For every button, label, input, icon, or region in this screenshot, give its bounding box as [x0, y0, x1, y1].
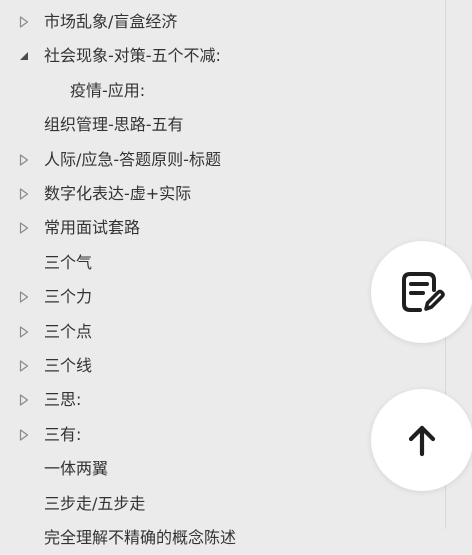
collapsed-triangle-icon[interactable] — [16, 280, 32, 314]
outline-item[interactable]: 三步走/五步走 — [0, 487, 472, 521]
outline-item-label: 人际/应急-答题原则-标题 — [44, 149, 221, 169]
outline-item-label: 三步走/五步走 — [44, 493, 146, 513]
expanded-triangle-icon[interactable] — [16, 39, 32, 73]
outline-item-label: 完全理解不精确的概念陈述 — [44, 528, 237, 547]
collapsed-triangle-icon[interactable] — [16, 177, 32, 211]
collapsed-triangle-icon[interactable] — [16, 383, 32, 417]
outline-item-label: 常用面试套路 — [44, 218, 141, 238]
outline-item[interactable]: 疫情-应用: — [0, 74, 472, 108]
outline-item-label: 数字化表达-虚+实际 — [44, 184, 192, 203]
edit-note-icon — [402, 272, 445, 312]
outline-item-label: 市场乱象/盲盒经济 — [44, 12, 178, 31]
collapsed-triangle-icon[interactable] — [16, 5, 32, 39]
outline-item-label: 三个点 — [44, 321, 93, 341]
outline-item-label: 三思: — [44, 390, 82, 410]
outline-item-label: 三个线 — [44, 356, 93, 375]
collapsed-triangle-icon[interactable] — [16, 211, 32, 245]
collapsed-triangle-icon[interactable] — [16, 349, 32, 383]
outline-item-label: 三个气 — [44, 252, 93, 272]
outline-item[interactable]: 组织管理-思路-五有 — [0, 108, 472, 142]
outline-item[interactable]: 完全理解不精确的概念陈述 — [0, 521, 472, 555]
outline-item[interactable]: 人际/应急-答题原则-标题 — [0, 143, 472, 177]
outline-item[interactable]: 常用面试套路 — [0, 211, 472, 245]
arrow-up-icon — [408, 425, 436, 457]
outline-item-label: 一体两翼 — [44, 459, 109, 479]
outline-item-label: 疫情-应用: — [70, 80, 146, 100]
collapsed-triangle-icon[interactable] — [16, 418, 32, 452]
edit-note-button[interactable] — [371, 241, 472, 343]
outline-item[interactable]: 市场乱象/盲盒经济 — [0, 5, 472, 39]
outline-item[interactable]: 数字化表达-虚+实际 — [0, 177, 472, 211]
collapsed-triangle-icon[interactable] — [16, 143, 32, 177]
collapsed-triangle-icon[interactable] — [16, 315, 32, 349]
outline-item-label: 三有: — [44, 424, 82, 444]
outline-item-label: 组织管理-思路-五有 — [44, 115, 184, 135]
outline-item-label: 社会现象-对策-五个不减: — [44, 46, 221, 66]
outline-item-label: 三个力 — [44, 287, 93, 307]
back-to-top-button[interactable] — [371, 389, 472, 491]
outline-item[interactable]: 三个线 — [0, 349, 472, 383]
outline-item[interactable]: 社会现象-对策-五个不减: — [0, 39, 472, 73]
